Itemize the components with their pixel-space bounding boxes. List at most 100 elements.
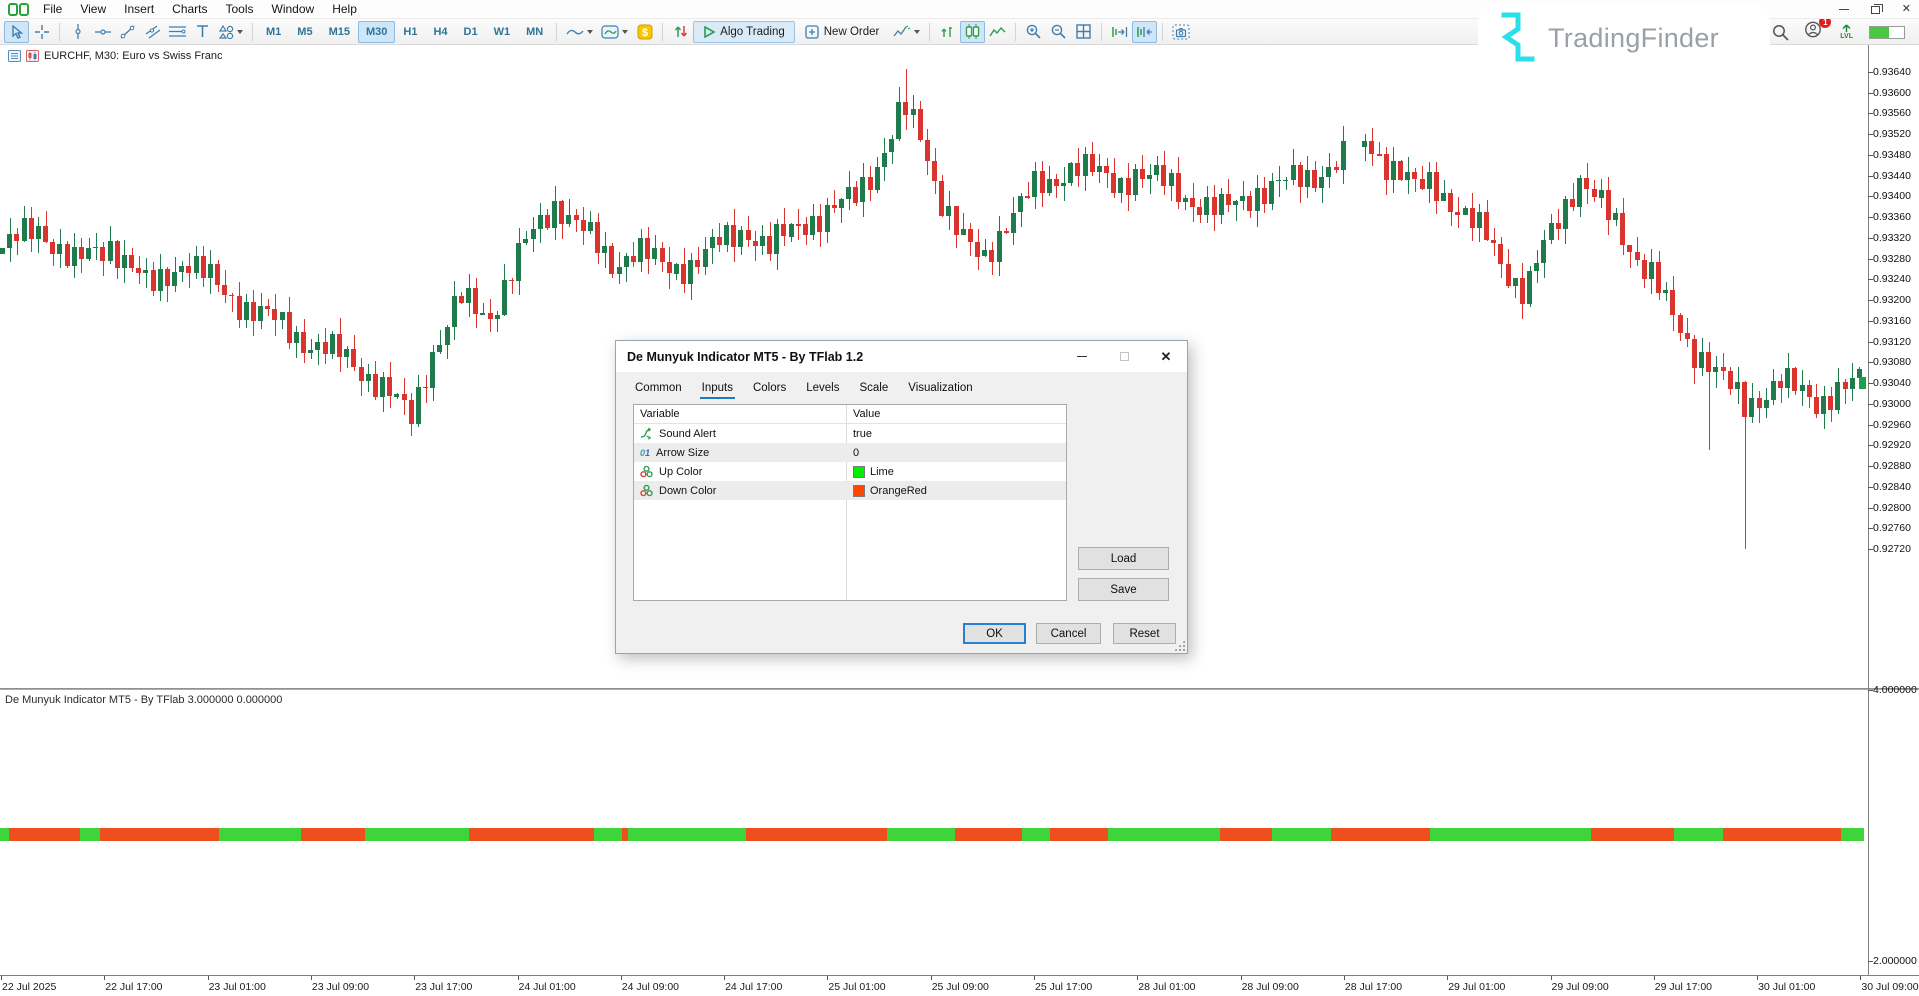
param-value-cell[interactable]: true <box>846 424 1066 443</box>
menu-insert[interactable]: Insert <box>115 1 163 17</box>
timeframe-h4[interactable]: H4 <box>425 21 455 43</box>
user-account-button[interactable]: 1 <box>1805 21 1824 43</box>
horizontal-line-tool-button[interactable] <box>90 21 115 43</box>
param-row-sound-alert[interactable]: Sound Alerttrue <box>634 424 1066 443</box>
chart-shift-button[interactable] <box>1132 21 1157 43</box>
indicators-list-button[interactable] <box>889 21 924 43</box>
zoom-out-button[interactable] <box>1046 21 1071 43</box>
play-icon <box>703 26 715 38</box>
dialog-maximize-button[interactable] <box>1103 341 1145 372</box>
trendline-tool-button[interactable] <box>115 21 140 43</box>
tab-common[interactable]: Common <box>628 380 689 400</box>
param-value-cell[interactable]: Lime <box>846 462 1066 481</box>
level-button[interactable]: LVL <box>1840 24 1853 40</box>
candle-body <box>359 367 364 381</box>
tile-windows-button[interactable] <box>1071 21 1096 43</box>
ok-button[interactable]: OK <box>963 623 1026 644</box>
zoom-in-button[interactable] <box>1021 21 1046 43</box>
menu-tools[interactable]: Tools <box>217 1 263 17</box>
chart-candle-icon[interactable] <box>26 50 39 62</box>
candle-body <box>1326 167 1331 177</box>
candle-body <box>14 234 19 242</box>
cursor-tool-button[interactable] <box>4 21 29 43</box>
chart-list-icon[interactable] <box>8 50 21 62</box>
menu-help[interactable]: Help <box>323 1 366 17</box>
dialog-title-bar[interactable]: De Munyuk Indicator MT5 - By TFlab 1.2 ✕ <box>616 341 1187 372</box>
timeframe-m30[interactable]: M30 <box>358 21 395 43</box>
candle-body <box>258 306 263 321</box>
timeframe-h1[interactable]: H1 <box>395 21 425 43</box>
param-row-down-color[interactable]: Down ColorOrangeRed <box>634 481 1066 500</box>
candle-body <box>330 334 335 355</box>
text-tool-button[interactable] <box>190 21 215 43</box>
screenshot-button[interactable] <box>1168 21 1194 43</box>
timeframe-m1[interactable]: M1 <box>258 21 289 43</box>
candle-body <box>287 312 292 343</box>
new-order-button[interactable]: New Order <box>795 21 890 43</box>
menu-window[interactable]: Window <box>263 1 324 17</box>
fibonacci-tool-button[interactable] <box>165 21 190 43</box>
window-close-button[interactable]: ✕ <box>1902 4 1911 15</box>
timeframe-w1[interactable]: W1 <box>486 21 519 43</box>
candle-body <box>136 268 141 273</box>
indicator-window-button[interactable] <box>597 21 632 43</box>
candle-body <box>631 256 636 262</box>
reset-button[interactable]: Reset <box>1113 623 1176 644</box>
menu-file[interactable]: File <box>34 1 71 17</box>
candlestick-chart-button[interactable] <box>960 21 985 43</box>
algo-trading-button[interactable]: Algo Trading <box>693 21 795 43</box>
candle-body <box>531 229 536 239</box>
window-minimize-button[interactable] <box>1839 9 1849 10</box>
inputs-table[interactable]: VariableValueSound Alerttrue01Arrow Size… <box>633 404 1067 601</box>
timeframe-m15[interactable]: M15 <box>321 21 358 43</box>
search-icon[interactable] <box>1772 24 1789 41</box>
param-row-arrow-size[interactable]: 01Arrow Size0 <box>634 443 1066 462</box>
dollar-icon: $ <box>637 24 653 40</box>
timeframe-m5[interactable]: M5 <box>289 21 320 43</box>
tab-scale[interactable]: Scale <box>852 380 895 400</box>
candle-body <box>1427 172 1432 189</box>
cancel-button[interactable]: Cancel <box>1036 623 1101 644</box>
crosshair-tool-button[interactable] <box>29 21 54 43</box>
dialog-minimize-button[interactable] <box>1061 341 1103 372</box>
histogram-segment-orangered <box>301 828 365 841</box>
candle-body <box>1298 165 1303 188</box>
tab-levels[interactable]: Levels <box>799 380 846 400</box>
dialog-close-button[interactable]: ✕ <box>1145 341 1187 372</box>
price-axis-line <box>1868 45 1869 975</box>
candle-body <box>1656 262 1661 293</box>
vertical-line-tool-button[interactable] <box>65 21 90 43</box>
deposit-button[interactable]: $ <box>632 21 657 43</box>
indicator-axis-label: 2.000000 <box>1873 955 1917 967</box>
save-button[interactable]: Save <box>1078 578 1169 601</box>
indicator-panel[interactable]: De Munyuk Indicator MT5 - By TFlab 3.000… <box>0 690 1864 973</box>
param-value-cell[interactable]: 0 <box>846 443 1066 462</box>
tab-inputs[interactable]: Inputs <box>695 380 740 400</box>
candle-body <box>1434 172 1439 201</box>
chart-style-button[interactable] <box>562 21 597 43</box>
channel-tool-button[interactable] <box>140 21 165 43</box>
timeframe-mn[interactable]: MN <box>518 21 551 43</box>
line-chart-button[interactable] <box>985 21 1010 43</box>
candle-wick <box>1573 183 1574 211</box>
candle-body <box>1011 213 1016 233</box>
menu-charts[interactable]: Charts <box>163 1 216 17</box>
load-button[interactable]: Load <box>1078 547 1169 570</box>
price-axis-label: 0.93600 <box>1873 87 1911 99</box>
tab-visualization[interactable]: Visualization <box>901 380 979 400</box>
line-style-icon <box>566 27 584 37</box>
separator <box>252 23 253 41</box>
tab-colors[interactable]: Colors <box>746 380 793 400</box>
param-value-cell[interactable]: OrangeRed <box>846 481 1066 500</box>
shapes-tool-button[interactable] <box>215 21 247 43</box>
tick-levels-button[interactable] <box>935 21 960 43</box>
window-restore-button[interactable] <box>1871 6 1880 14</box>
time-axis[interactable]: 22 Jul 202522 Jul 17:0023 Jul 01:0023 Ju… <box>0 975 1919 996</box>
auto-scroll-button[interactable] <box>1107 21 1132 43</box>
menu-view[interactable]: View <box>71 1 115 17</box>
depth-of-market-button[interactable] <box>668 21 693 43</box>
param-row-up-color[interactable]: Up ColorLime <box>634 462 1066 481</box>
price-tick <box>1868 176 1873 177</box>
timeframe-d1[interactable]: D1 <box>456 21 486 43</box>
candle-body <box>1749 398 1754 417</box>
